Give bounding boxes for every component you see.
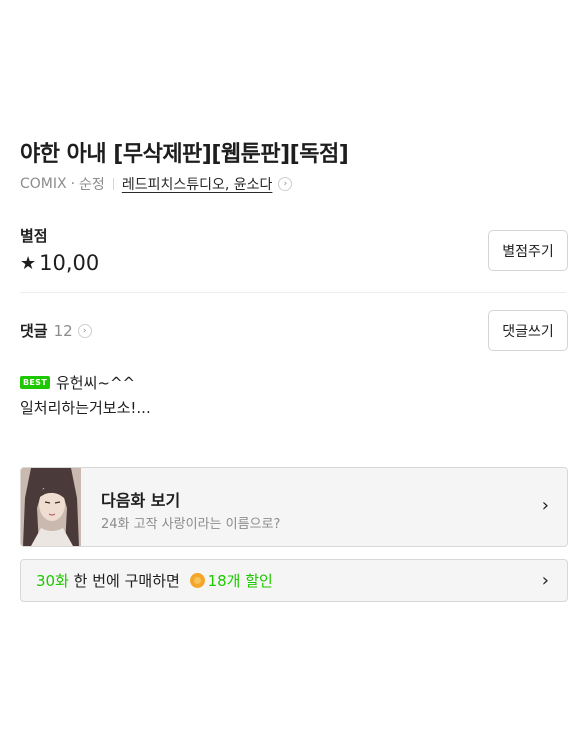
chevron-right-icon[interactable]: ›	[278, 177, 293, 191]
authors-link[interactable]: 레드피치스튜디오, 윤소다	[122, 174, 273, 194]
chevron-right-icon: ›	[541, 570, 549, 591]
cookie-coin-icon	[189, 573, 205, 588]
next-episode-card[interactable]: 다음화 보기 24화 고작 사랑이라는 이름으로? ›	[20, 467, 568, 547]
episode-thumbnail	[21, 468, 81, 546]
bundle-purchase-banner[interactable]: 30화 한 번에 구매하면 18개 할인 ›	[20, 559, 568, 602]
chevron-right-icon: ›	[541, 495, 549, 516]
series-meta: COMIX · 순정 레드피치스튜디오, 윤소다 ›	[20, 174, 293, 194]
comment-author: 유헌씨~^^	[55, 374, 136, 392]
best-badge: BEST	[20, 376, 50, 389]
bundle-episodes: 30화	[36, 572, 69, 590]
next-episode-title: 다음화 보기	[101, 491, 181, 510]
rating-value: ★ 10,00	[20, 251, 99, 275]
chevron-right-icon: ›	[77, 323, 92, 338]
meta-dot: ·	[70, 176, 76, 192]
publisher-label: COMIX	[20, 176, 67, 192]
star-icon: ★	[20, 252, 37, 274]
next-episode-subtitle: 24화 고작 사랑이라는 이름으로?	[101, 517, 281, 532]
comments-label: 댓글	[20, 322, 48, 340]
rating-label: 별점	[20, 227, 48, 245]
comments-count: 12	[53, 321, 73, 340]
rating-number: 10,00	[39, 251, 100, 275]
best-comment: BEST 유헌씨~^^	[20, 372, 135, 393]
section-divider	[20, 292, 566, 293]
write-comment-button[interactable]: 댓글쓰기	[488, 310, 568, 351]
bundle-discount: 18개 할인	[207, 572, 273, 590]
rate-button[interactable]: 별점주기	[488, 230, 568, 271]
genre-label: 순정	[79, 177, 105, 193]
comment-text: 일처리하는거보소!...	[20, 399, 151, 417]
bundle-text: 한 번에 구매하면	[68, 572, 185, 590]
page-title: 야한 아내 [무삭제판][웹툰판][독점]	[20, 142, 349, 167]
meta-divider	[112, 178, 114, 190]
comments-header[interactable]: 댓글 12 ›	[20, 320, 92, 341]
